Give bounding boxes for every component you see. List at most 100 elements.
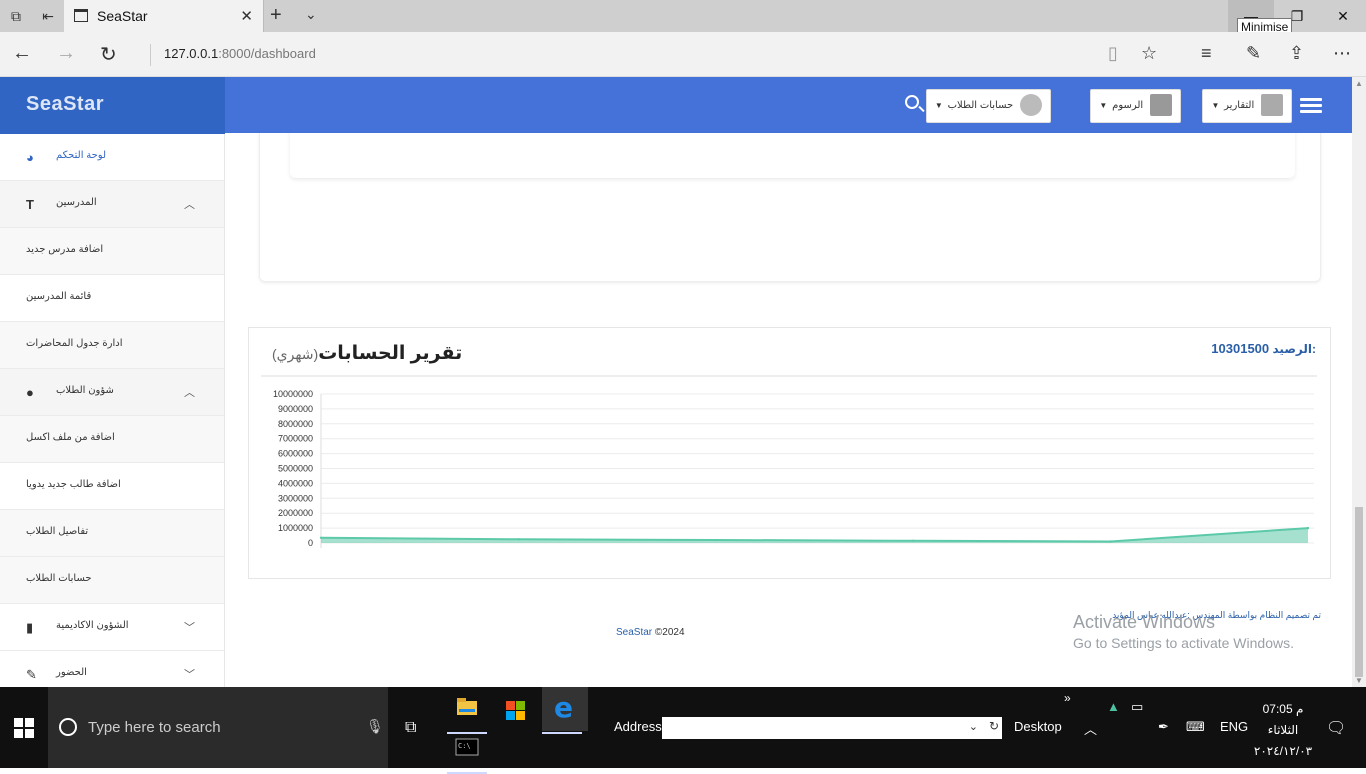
y-tick-label: 8000000 [278,419,313,429]
sidebar-item-dashboard[interactable]: ◕ لوحة التحكم [0,134,224,181]
share-icon[interactable]: ⇪ [1289,43,1304,64]
fees-dropdown[interactable]: ▼ الرسوم [1090,89,1181,123]
student-accounts-dropdown[interactable]: ▼ حسابات الطلاب [925,89,1051,123]
y-tick-label: 6000000 [278,449,313,459]
scroll-down-icon[interactable]: ▼ [1355,676,1363,685]
fees-label: الرسوم [1112,100,1144,111]
pencil-icon: ✎ [26,667,37,682]
favorite-star-icon[interactable]: ☆ [1141,43,1157,64]
sidebar-item-attendance[interactable]: ✎ الحضور ﹀ [0,651,224,687]
chevron-up-icon: ︿ [184,387,195,399]
data-point[interactable] [1109,540,1112,543]
desktop-toolbar-label[interactable]: Desktop [1014,719,1062,734]
back-icon[interactable]: ← [12,42,32,65]
reports-label: التقارير [1224,100,1255,111]
refresh-icon[interactable]: ↻ [100,42,117,67]
chevron-down-icon[interactable]: ⌄ [969,720,978,733]
terminal-icon[interactable]: C:\ [447,731,487,774]
sidebar-item-import-excel[interactable]: اضافة من ملف اكسل [0,416,224,463]
data-point[interactable] [912,539,915,542]
taskbar-clock[interactable]: 07:05 م الثلاثاء ٢٠٢٤/١٢/٠٣ [1253,699,1313,762]
toolbar-overflow-icon[interactable]: » [1064,691,1071,705]
y-tick-label: 10000000 [273,389,313,399]
address-toolbar-label: Address [614,719,662,734]
y-tick-label: 5000000 [278,464,313,474]
sidebar-item-schedule[interactable]: ادارة جدول المحاضرات [0,322,224,369]
table-card [290,133,1295,178]
y-tick-label: 1000000 [278,523,313,533]
page-icon [74,9,88,22]
action-center-icon[interactable]: 🗨 [1326,718,1346,738]
sidebar-item-teachers-list[interactable]: قائمة المدرسين [0,275,224,322]
windows-start-icon[interactable] [14,718,34,738]
copyright: SeaStar ©2024 [616,627,685,638]
report-subtitle: (شهري) [272,346,319,362]
language-indicator[interactable]: ENG [1220,719,1248,734]
data-point[interactable] [517,538,520,541]
tabs-aside-icon[interactable]: ⇤ [38,6,58,26]
reading-view-icon[interactable]: ▯ [1108,43,1118,64]
microphone-icon[interactable]: 🎙 [366,718,384,735]
address-bar: ← → ↻ 127.0.0.1:8000/dashboard ▯ ☆ ≡ ✎ ⇪… [0,32,1366,77]
url-field[interactable]: 127.0.0.1:8000/dashboard [150,44,316,66]
file-explorer-icon[interactable] [447,691,487,734]
reports-dropdown[interactable]: ▼ التقارير [1202,89,1292,123]
scroll-thumb[interactable] [1355,507,1363,677]
activate-windows-watermark: Activate Windows Go to Settings to activ… [1073,612,1294,651]
chevron-down-icon: ﹀ [184,669,195,681]
touch-keyboard-icon[interactable]: ⌨ [1186,719,1205,735]
report-title: (شهري)تقرير الحسابات [272,342,462,365]
sidebar-item-student-details[interactable]: تفاصيل الطلاب [0,510,224,557]
sidebar-item-label: قائمة المدرسين [26,291,92,302]
hub-icon[interactable]: ≡ [1201,43,1212,64]
sidebar-item-label: تفاصيل الطلاب [26,526,89,537]
user-icon: ● [26,385,34,400]
tab-preview-chevron-icon[interactable]: ⌄ [305,6,317,23]
close-tab-icon[interactable]: ✕ [240,7,253,25]
taskbar-search[interactable]: Type here to search 🎙 [48,687,388,768]
avatar-icon [1020,94,1042,117]
sidebar: ◕ لوحة التحكم T المدرسين ︿ اضافة مدرس جد… [0,134,225,687]
data-point[interactable] [319,536,323,539]
student-accounts-label: حسابات الطلاب [947,100,1014,111]
edge-browser-icon[interactable]: e [542,687,588,734]
browser-tab[interactable]: SeaStar ✕ [64,0,264,32]
sidebar-item-student-accounts[interactable]: حسابات الطلاب [0,557,224,604]
sidebar-item-add-teacher[interactable]: اضافة مدرس جديد [0,228,224,275]
pen-workspace-icon[interactable]: ✒ [1158,719,1169,735]
tab-actions-icon[interactable]: ⧉ [6,6,26,26]
tab-title: SeaStar [97,8,148,24]
app-tray-icon[interactable]: ▲ [1107,699,1120,714]
dashboard-icon: ◕ [26,150,34,165]
data-point[interactable] [1306,526,1310,530]
top-navbar: ▼ التقارير ▼ الرسوم ▼ حسابات الطلاب [225,77,1366,133]
search-icon[interactable] [905,95,919,109]
url-path: :8000/dashboard [218,46,316,61]
app-brand[interactable]: SeaStar [0,77,225,134]
task-view-icon[interactable]: ⧉ [405,719,416,737]
scroll-up-icon[interactable]: ▲ [1355,79,1363,88]
go-icon[interactable]: ↻ [989,719,999,733]
sidebar-item-teachers[interactable]: T المدرسين ︿ [0,181,224,228]
sidebar-item-add-student[interactable]: اضافة طالب جديد يدويا [0,463,224,510]
footer-brand-link[interactable]: SeaStar [616,627,652,638]
balance: 10301500 الرصيد: [1211,341,1316,356]
data-point[interactable] [714,538,717,542]
printer-icon [1261,94,1283,117]
more-icon[interactable]: ⋯ [1333,43,1351,64]
search-placeholder: Type here to search [88,719,221,736]
close-window-button[interactable]: ✕ [1320,0,1366,32]
sidebar-item-student-affairs[interactable]: ● شؤون الطلاب ︿ [0,369,224,416]
sidebar-item-academic[interactable]: ▮ الشؤون الاكاديمية ﹀ [0,604,224,651]
accounts-chart: 1000000090000008000000700000060000005000… [273,389,1314,548]
chevron-up-icon: ︿ [184,199,195,211]
forward-icon[interactable]: → [56,42,76,65]
web-note-icon[interactable]: ✎ [1246,43,1261,64]
new-tab-icon[interactable]: + [270,4,282,27]
battery-icon[interactable]: ▭ [1131,699,1143,715]
address-toolbar-input[interactable]: ⌄ ↻ [662,717,1002,739]
page-scrollbar[interactable]: ▲ ▼ [1352,77,1366,687]
menu-icon[interactable] [1300,98,1322,116]
show-hidden-icons-chevron-icon[interactable]: ︿ [1084,719,1097,738]
store-icon[interactable] [496,691,536,731]
